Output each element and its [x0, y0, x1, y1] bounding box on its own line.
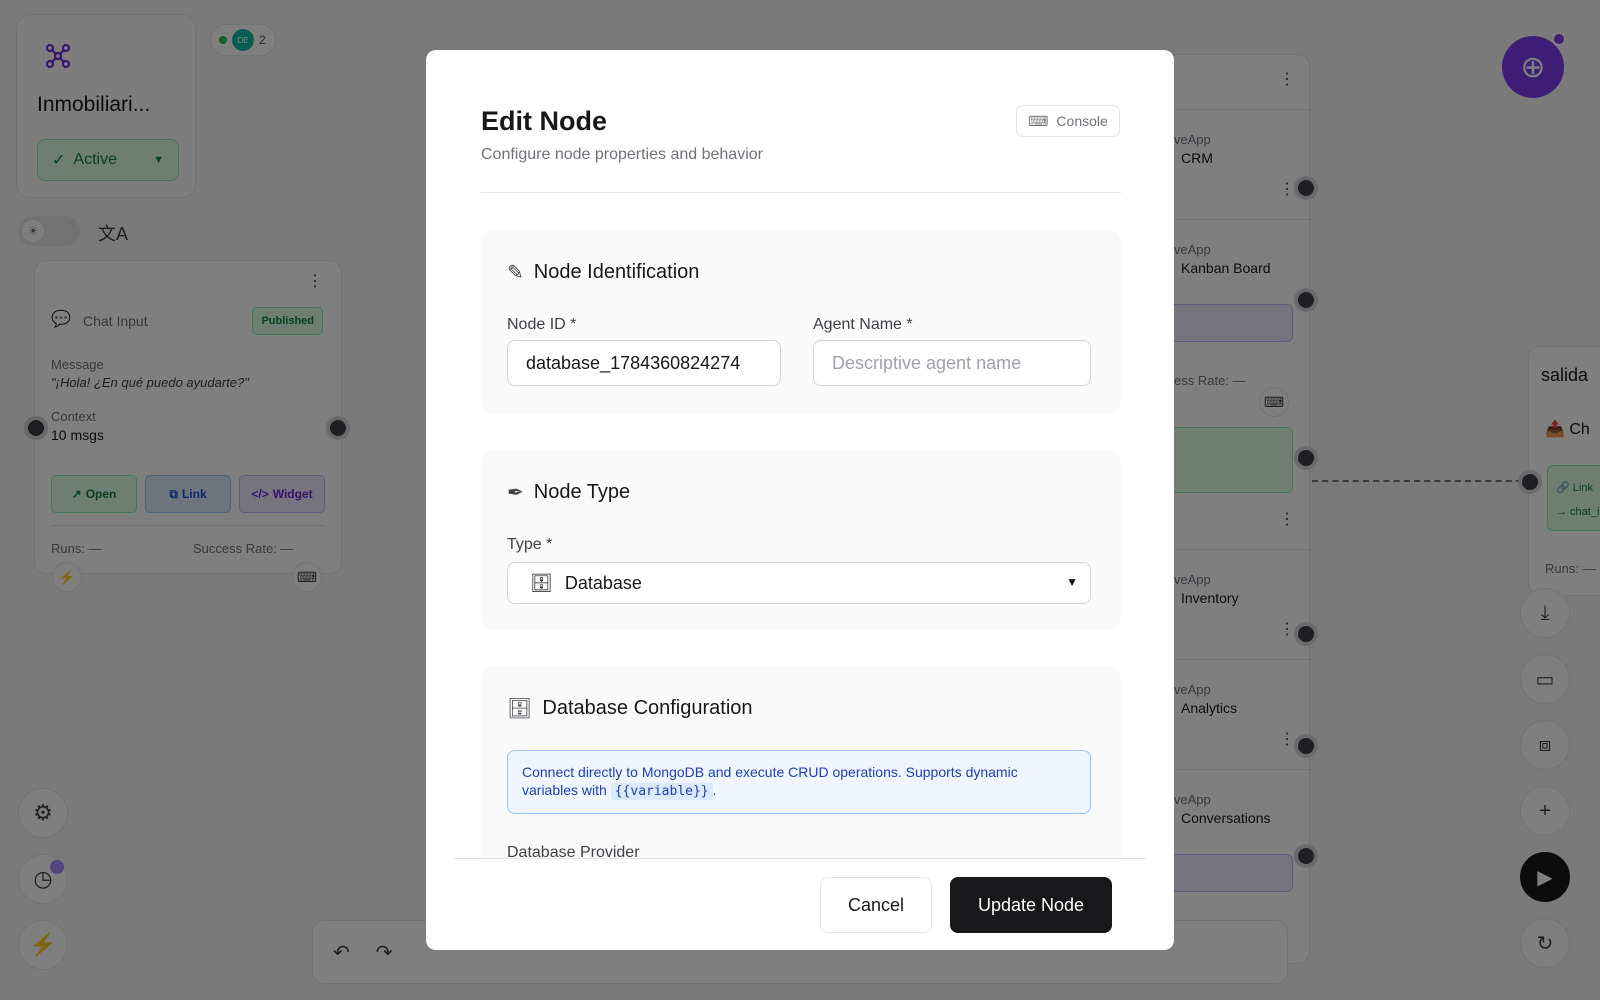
type-select[interactable]: 🗄 Database ▼	[507, 562, 1091, 604]
database-icon: 🗄	[507, 698, 533, 720]
modal-title: Edit Node	[481, 106, 607, 136]
update-node-button[interactable]: Update Node	[950, 877, 1112, 933]
database-icon: 🗄	[530, 572, 553, 593]
node-identification-section: ✎ Node Identification Node ID * Agent Na…	[481, 230, 1121, 414]
modal-subtitle: Configure node properties and behavior	[481, 146, 763, 163]
info-box: Connect directly to MongoDB and execute …	[507, 750, 1091, 814]
cancel-button[interactable]: Cancel	[820, 877, 932, 933]
section-title: Node Identification	[533, 261, 700, 283]
divider	[481, 192, 1121, 193]
section-title: Database Configuration	[542, 697, 753, 719]
section-title: Node Type	[533, 481, 631, 503]
node-id-label: Node ID *	[507, 316, 577, 333]
edit-icon: ✎	[507, 262, 524, 284]
terminal-icon: ⌨	[1028, 112, 1049, 129]
node-id-input[interactable]	[507, 340, 781, 386]
variable-code: {{variable}}	[610, 783, 713, 800]
node-type-section: ✒ Node Type Type * 🗄 Database ▼	[481, 450, 1121, 630]
type-selected-value: Database	[564, 572, 642, 593]
agent-name-input[interactable]	[813, 340, 1091, 386]
modal-footer: Cancel Update Node	[454, 858, 1146, 950]
edit-node-modal: Edit Node Configure node properties and …	[426, 50, 1174, 950]
chevron-down-icon: ▼	[1066, 575, 1078, 589]
console-button[interactable]: ⌨ Console	[1016, 105, 1120, 137]
type-label: Type *	[507, 536, 553, 553]
feather-icon: ✒	[507, 482, 524, 504]
agent-name-label: Agent Name *	[813, 316, 913, 333]
